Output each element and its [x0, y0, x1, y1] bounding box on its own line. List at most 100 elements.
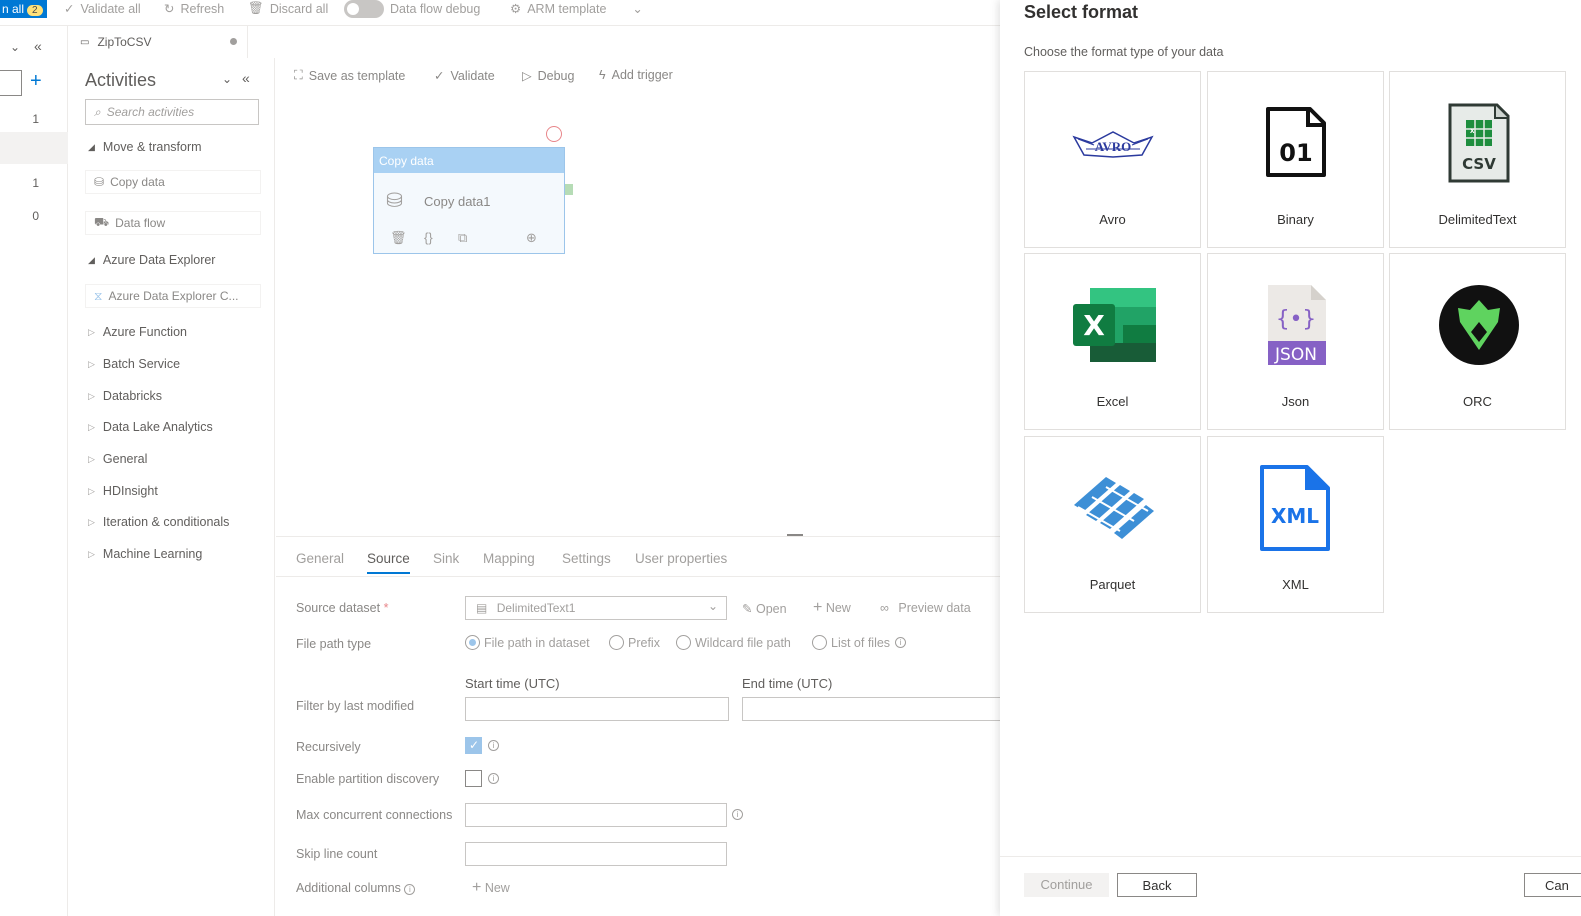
back-button[interactable]: Back — [1117, 873, 1197, 897]
radio-wildcard-file-path[interactable]: Wildcard file path — [676, 635, 791, 650]
tab-ziptocsv[interactable]: ▭ ZipToCSV — [70, 26, 248, 58]
publish-count-badge: 2 — [27, 5, 43, 16]
recursively-checkbox[interactable]: ✓ — [465, 737, 482, 754]
info-icon[interactable]: i — [488, 740, 499, 751]
selected-row[interactable] — [0, 132, 68, 164]
toggle-switch[interactable] — [344, 0, 384, 18]
group-move-transform[interactable]: ◢ Move & transform — [88, 140, 202, 154]
format-tile-delimitedtext[interactable]: x CSV DelimitedText — [1389, 71, 1566, 248]
group-iteration-conditionals[interactable]: ▷ Iteration & conditionals — [88, 515, 229, 529]
tab-mapping[interactable]: Mapping — [483, 551, 535, 566]
radio-list-of-files[interactable]: List of files i — [812, 635, 907, 650]
search-activities-input[interactable]: ⌕ Search activities — [85, 99, 259, 125]
activity-copy-data[interactable]: ⛁ Copy data — [85, 170, 261, 194]
refresh-button[interactable]: ↻ Refresh — [164, 1, 224, 17]
copy-data-activity-node[interactable]: Copy data ⛁ Copy data1 🗑 {} ⧉ ⊕ — [373, 147, 573, 254]
info-icon[interactable]: i — [488, 773, 499, 784]
connect-icon[interactable]: ⊕ — [526, 230, 537, 246]
group-general[interactable]: ▷ General — [88, 452, 147, 466]
error-indicator-icon[interactable] — [546, 126, 562, 142]
tab-source[interactable]: Source — [367, 551, 410, 574]
validate-all-button[interactable]: ✓ Validate all — [64, 1, 141, 17]
pipelines-count: 1 — [32, 112, 39, 126]
debug-button[interactable]: ▷ Debug — [522, 68, 574, 84]
max-concurrent-connections-input[interactable] — [465, 803, 727, 827]
info-icon[interactable]: i — [732, 809, 743, 820]
partition-discovery-checkbox[interactable] — [465, 770, 482, 787]
partition-discovery-label: Enable partition discovery — [296, 772, 440, 786]
data-flow-debug-toggle[interactable]: Data flow debug — [344, 0, 480, 18]
clone-icon[interactable]: ⧉ — [458, 230, 467, 246]
format-tile-parquet[interactable]: Parquet — [1024, 436, 1201, 613]
continue-button[interactable]: Continue — [1024, 873, 1109, 897]
activity-label: Copy data — [110, 175, 165, 189]
search-placeholder: Search activities — [106, 105, 195, 119]
collapse-all-icon[interactable]: ⌄ — [222, 72, 232, 86]
discard-all-button[interactable]: 🗑 Discard all — [248, 1, 328, 16]
pipeline-canvas[interactable]: ⛶ Save as template ✓ Validate ▷ Debug ϟ … — [276, 58, 1000, 536]
add-trigger-button[interactable]: ϟ Add trigger — [599, 68, 673, 82]
validate-button[interactable]: ✓ Validate — [434, 68, 495, 84]
collapse-all-icon[interactable]: ⌄ — [10, 40, 20, 54]
group-batch-service[interactable]: ▷ Batch Service — [88, 357, 180, 371]
code-braces-icon[interactable]: {} — [424, 230, 433, 245]
group-hdinsight[interactable]: ▷ HDInsight — [88, 484, 158, 498]
tab-settings[interactable]: Settings — [562, 551, 611, 566]
group-label: Move & transform — [102, 140, 202, 154]
format-tile-orc[interactable]: ORC — [1389, 253, 1566, 430]
double-chevron-left-icon[interactable]: « — [242, 70, 250, 86]
publish-all-button[interactable]: n all 2 — [0, 0, 47, 18]
group-databricks[interactable]: ▷ Databricks — [88, 389, 162, 403]
radio-label: Prefix — [628, 635, 660, 650]
info-icon[interactable]: i — [404, 884, 416, 895]
activity-data-flow[interactable]: ⛟ Data flow — [85, 211, 261, 235]
skip-line-count-input[interactable] — [465, 842, 727, 866]
source-dataset-select[interactable]: ▤ DelimitedText1 ⌄ — [465, 596, 727, 620]
group-azure-data-explorer[interactable]: ◢ Azure Data Explorer — [88, 253, 215, 267]
node-header: Copy data — [374, 148, 564, 173]
tab-general[interactable]: General — [296, 551, 344, 566]
info-icon[interactable]: i — [895, 637, 907, 648]
activity-azure-data-explorer-command[interactable]: ⧖ Azure Data Explorer C... — [85, 284, 261, 308]
data-flow-icon: ⛟ — [94, 215, 110, 229]
delete-icon[interactable]: 🗑 — [390, 230, 407, 246]
tab-sink[interactable]: Sink — [433, 551, 459, 566]
format-tile-xml[interactable]: XML XML — [1207, 436, 1384, 613]
radio-label: Wildcard file path — [695, 635, 791, 650]
success-output-handle[interactable] — [565, 184, 573, 195]
format-tile-avro[interactable]: AVRO Avro — [1024, 71, 1201, 248]
arm-template-button[interactable]: ⚙ ARM template ⌄ — [510, 1, 643, 17]
activity-label: Azure Data Explorer C... — [108, 289, 239, 303]
group-data-lake-analytics[interactable]: ▷ Data Lake Analytics — [88, 420, 213, 434]
preview-data-button[interactable]: ∞ Preview data — [880, 601, 971, 615]
play-icon: ▷ — [522, 69, 532, 83]
activity-label: Data flow — [115, 216, 166, 230]
format-tile-binary[interactable]: 01 Binary — [1207, 71, 1384, 248]
save-as-template-button[interactable]: ⛶ Save as template — [294, 68, 405, 83]
add-resource-icon[interactable]: + — [30, 70, 42, 93]
format-label: Binary — [1277, 212, 1314, 227]
group-label: Batch Service — [102, 357, 181, 371]
double-chevron-left-icon[interactable]: « — [34, 38, 42, 54]
radio-prefix[interactable]: Prefix — [609, 635, 660, 650]
radio-button[interactable] — [812, 635, 827, 650]
radio-file-path-in-dataset[interactable]: File path in dataset — [465, 635, 590, 650]
node-name: Copy data1 — [424, 194, 491, 209]
radio-button[interactable] — [465, 635, 480, 650]
source-dataset-label: Source dataset * — [296, 601, 388, 615]
group-machine-learning[interactable]: ▷ Machine Learning — [88, 547, 202, 561]
tab-user-properties[interactable]: User properties — [635, 551, 727, 566]
plus-icon: + — [472, 879, 482, 896]
start-time-input[interactable] — [465, 697, 729, 721]
format-tile-json[interactable]: {•} JSON Json — [1207, 253, 1384, 430]
format-tile-excel[interactable]: X Excel — [1024, 253, 1201, 430]
radio-button[interactable] — [676, 635, 691, 650]
radio-button[interactable] — [609, 635, 624, 650]
new-dataset-button[interactable]: + New — [813, 599, 851, 617]
end-time-input[interactable] — [742, 697, 1000, 721]
open-dataset-button[interactable]: ✎ Open — [742, 601, 787, 616]
group-azure-function[interactable]: ▷ Azure Function — [88, 325, 187, 339]
add-column-button[interactable]: + New — [472, 879, 510, 897]
cancel-button[interactable]: Can — [1524, 873, 1581, 897]
filter-input[interactable] — [0, 70, 22, 96]
